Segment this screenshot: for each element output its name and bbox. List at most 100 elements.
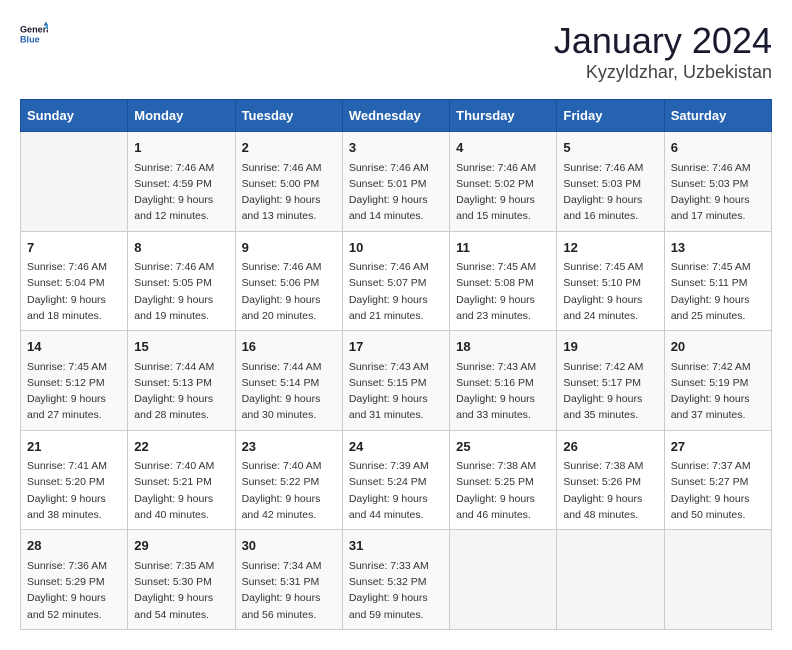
day-cell: 13Sunrise: 7:45 AMSunset: 5:11 PMDayligh… — [664, 231, 771, 331]
day-info: Sunrise: 7:42 AMSunset: 5:19 PMDaylight:… — [671, 359, 765, 424]
day-info: Sunrise: 7:45 AMSunset: 5:11 PMDaylight:… — [671, 259, 765, 324]
day-info: Sunrise: 7:46 AMSunset: 5:00 PMDaylight:… — [242, 160, 336, 225]
day-info: Sunrise: 7:38 AMSunset: 5:26 PMDaylight:… — [563, 458, 657, 523]
day-number: 15 — [134, 337, 228, 357]
day-number: 6 — [671, 138, 765, 158]
day-cell: 7Sunrise: 7:46 AMSunset: 5:04 PMDaylight… — [21, 231, 128, 331]
weekday-header-sunday: Sunday — [21, 100, 128, 132]
day-number: 20 — [671, 337, 765, 357]
day-info: Sunrise: 7:34 AMSunset: 5:31 PMDaylight:… — [242, 558, 336, 623]
day-cell: 9Sunrise: 7:46 AMSunset: 5:06 PMDaylight… — [235, 231, 342, 331]
weekday-header-row: SundayMondayTuesdayWednesdayThursdayFrid… — [21, 100, 772, 132]
day-number: 2 — [242, 138, 336, 158]
day-info: Sunrise: 7:43 AMSunset: 5:16 PMDaylight:… — [456, 359, 550, 424]
weekday-header-wednesday: Wednesday — [342, 100, 449, 132]
day-info: Sunrise: 7:45 AMSunset: 5:10 PMDaylight:… — [563, 259, 657, 324]
day-number: 31 — [349, 536, 443, 556]
weekday-header-monday: Monday — [128, 100, 235, 132]
day-cell: 18Sunrise: 7:43 AMSunset: 5:16 PMDayligh… — [450, 331, 557, 431]
day-cell: 26Sunrise: 7:38 AMSunset: 5:26 PMDayligh… — [557, 430, 664, 530]
day-cell: 30Sunrise: 7:34 AMSunset: 5:31 PMDayligh… — [235, 530, 342, 630]
day-cell: 23Sunrise: 7:40 AMSunset: 5:22 PMDayligh… — [235, 430, 342, 530]
day-cell: 10Sunrise: 7:46 AMSunset: 5:07 PMDayligh… — [342, 231, 449, 331]
day-info: Sunrise: 7:46 AMSunset: 5:05 PMDaylight:… — [134, 259, 228, 324]
day-cell: 15Sunrise: 7:44 AMSunset: 5:13 PMDayligh… — [128, 331, 235, 431]
day-info: Sunrise: 7:43 AMSunset: 5:15 PMDaylight:… — [349, 359, 443, 424]
day-number: 17 — [349, 337, 443, 357]
day-info: Sunrise: 7:36 AMSunset: 5:29 PMDaylight:… — [27, 558, 121, 623]
day-number: 23 — [242, 437, 336, 457]
week-row-1: 1Sunrise: 7:46 AMSunset: 4:59 PMDaylight… — [21, 132, 772, 232]
day-info: Sunrise: 7:40 AMSunset: 5:21 PMDaylight:… — [134, 458, 228, 523]
day-info: Sunrise: 7:46 AMSunset: 5:01 PMDaylight:… — [349, 160, 443, 225]
day-info: Sunrise: 7:45 AMSunset: 5:12 PMDaylight:… — [27, 359, 121, 424]
title-block: January 2024 Kyzyldzhar, Uzbekistan — [554, 20, 772, 83]
day-info: Sunrise: 7:37 AMSunset: 5:27 PMDaylight:… — [671, 458, 765, 523]
day-cell: 28Sunrise: 7:36 AMSunset: 5:29 PMDayligh… — [21, 530, 128, 630]
day-cell — [664, 530, 771, 630]
calendar-subtitle: Kyzyldzhar, Uzbekistan — [554, 62, 772, 83]
day-cell: 22Sunrise: 7:40 AMSunset: 5:21 PMDayligh… — [128, 430, 235, 530]
day-cell: 29Sunrise: 7:35 AMSunset: 5:30 PMDayligh… — [128, 530, 235, 630]
weekday-header-tuesday: Tuesday — [235, 100, 342, 132]
logo: General Blue — [20, 20, 48, 48]
day-info: Sunrise: 7:46 AMSunset: 4:59 PMDaylight:… — [134, 160, 228, 225]
day-info: Sunrise: 7:42 AMSunset: 5:17 PMDaylight:… — [563, 359, 657, 424]
day-number: 18 — [456, 337, 550, 357]
day-cell — [450, 530, 557, 630]
day-cell: 12Sunrise: 7:45 AMSunset: 5:10 PMDayligh… — [557, 231, 664, 331]
day-number: 24 — [349, 437, 443, 457]
calendar-table: SundayMondayTuesdayWednesdayThursdayFrid… — [20, 99, 772, 630]
day-cell: 8Sunrise: 7:46 AMSunset: 5:05 PMDaylight… — [128, 231, 235, 331]
day-cell: 11Sunrise: 7:45 AMSunset: 5:08 PMDayligh… — [450, 231, 557, 331]
day-cell: 31Sunrise: 7:33 AMSunset: 5:32 PMDayligh… — [342, 530, 449, 630]
week-row-3: 14Sunrise: 7:45 AMSunset: 5:12 PMDayligh… — [21, 331, 772, 431]
day-cell — [557, 530, 664, 630]
day-cell: 2Sunrise: 7:46 AMSunset: 5:00 PMDaylight… — [235, 132, 342, 232]
day-info: Sunrise: 7:46 AMSunset: 5:02 PMDaylight:… — [456, 160, 550, 225]
day-info: Sunrise: 7:46 AMSunset: 5:04 PMDaylight:… — [27, 259, 121, 324]
day-info: Sunrise: 7:41 AMSunset: 5:20 PMDaylight:… — [27, 458, 121, 523]
day-number: 14 — [27, 337, 121, 357]
day-number: 26 — [563, 437, 657, 457]
page-header: General Blue January 2024 Kyzyldzhar, Uz… — [20, 20, 772, 83]
svg-text:Blue: Blue — [20, 34, 40, 44]
day-info: Sunrise: 7:44 AMSunset: 5:14 PMDaylight:… — [242, 359, 336, 424]
day-info: Sunrise: 7:44 AMSunset: 5:13 PMDaylight:… — [134, 359, 228, 424]
week-row-2: 7Sunrise: 7:46 AMSunset: 5:04 PMDaylight… — [21, 231, 772, 331]
day-cell — [21, 132, 128, 232]
calendar-title: January 2024 — [554, 20, 772, 62]
day-cell: 19Sunrise: 7:42 AMSunset: 5:17 PMDayligh… — [557, 331, 664, 431]
week-row-4: 21Sunrise: 7:41 AMSunset: 5:20 PMDayligh… — [21, 430, 772, 530]
day-number: 1 — [134, 138, 228, 158]
day-number: 7 — [27, 238, 121, 258]
day-cell: 16Sunrise: 7:44 AMSunset: 5:14 PMDayligh… — [235, 331, 342, 431]
day-info: Sunrise: 7:46 AMSunset: 5:03 PMDaylight:… — [563, 160, 657, 225]
day-number: 30 — [242, 536, 336, 556]
day-number: 3 — [349, 138, 443, 158]
logo-icon: General Blue — [20, 20, 48, 48]
day-cell: 5Sunrise: 7:46 AMSunset: 5:03 PMDaylight… — [557, 132, 664, 232]
weekday-header-friday: Friday — [557, 100, 664, 132]
day-cell: 21Sunrise: 7:41 AMSunset: 5:20 PMDayligh… — [21, 430, 128, 530]
day-cell: 3Sunrise: 7:46 AMSunset: 5:01 PMDaylight… — [342, 132, 449, 232]
day-info: Sunrise: 7:45 AMSunset: 5:08 PMDaylight:… — [456, 259, 550, 324]
day-number: 21 — [27, 437, 121, 457]
weekday-header-thursday: Thursday — [450, 100, 557, 132]
day-info: Sunrise: 7:46 AMSunset: 5:06 PMDaylight:… — [242, 259, 336, 324]
day-info: Sunrise: 7:40 AMSunset: 5:22 PMDaylight:… — [242, 458, 336, 523]
day-number: 19 — [563, 337, 657, 357]
day-number: 28 — [27, 536, 121, 556]
day-info: Sunrise: 7:38 AMSunset: 5:25 PMDaylight:… — [456, 458, 550, 523]
week-row-5: 28Sunrise: 7:36 AMSunset: 5:29 PMDayligh… — [21, 530, 772, 630]
day-cell: 17Sunrise: 7:43 AMSunset: 5:15 PMDayligh… — [342, 331, 449, 431]
day-cell: 27Sunrise: 7:37 AMSunset: 5:27 PMDayligh… — [664, 430, 771, 530]
day-cell: 25Sunrise: 7:38 AMSunset: 5:25 PMDayligh… — [450, 430, 557, 530]
day-number: 4 — [456, 138, 550, 158]
day-number: 5 — [563, 138, 657, 158]
day-cell: 6Sunrise: 7:46 AMSunset: 5:03 PMDaylight… — [664, 132, 771, 232]
day-info: Sunrise: 7:46 AMSunset: 5:03 PMDaylight:… — [671, 160, 765, 225]
day-number: 27 — [671, 437, 765, 457]
day-cell: 20Sunrise: 7:42 AMSunset: 5:19 PMDayligh… — [664, 331, 771, 431]
day-number: 25 — [456, 437, 550, 457]
